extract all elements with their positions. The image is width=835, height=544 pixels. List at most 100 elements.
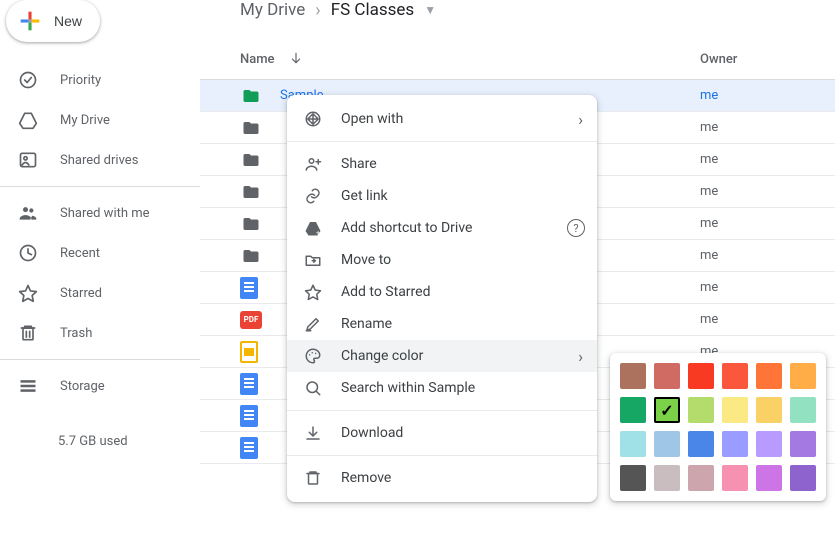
color-swatch[interactable] xyxy=(790,363,816,389)
folder-icon xyxy=(240,183,262,201)
color-swatch[interactable] xyxy=(722,363,748,389)
column-owner[interactable]: Owner xyxy=(700,52,737,67)
color-swatch[interactable] xyxy=(688,465,714,491)
ctx-download[interactable]: Download xyxy=(287,417,597,449)
docs-icon xyxy=(240,437,258,459)
priority-icon xyxy=(18,70,38,90)
file-owner: me xyxy=(700,152,718,167)
file-owner: me xyxy=(700,312,718,327)
help-icon[interactable]: ? xyxy=(567,219,585,237)
color-swatch[interactable] xyxy=(790,431,816,457)
ctx-search-within[interactable]: Search within Sample xyxy=(287,372,597,404)
sidebar-item-shared-drives[interactable]: Shared drives xyxy=(0,140,200,180)
chevron-right-icon: › xyxy=(315,0,320,21)
download-icon xyxy=(303,423,323,443)
search-icon xyxy=(303,378,323,398)
people-icon xyxy=(18,203,38,223)
color-swatch[interactable] xyxy=(620,465,646,491)
ctx-label: Download xyxy=(341,425,403,441)
ctx-divider xyxy=(287,141,597,142)
color-swatch[interactable] xyxy=(620,363,646,389)
color-swatch[interactable] xyxy=(654,431,680,457)
star-icon xyxy=(303,282,323,302)
chevron-right-icon: › xyxy=(578,347,583,366)
color-swatch[interactable] xyxy=(620,431,646,457)
folder-move-icon xyxy=(303,250,323,270)
sidebar-divider xyxy=(0,186,200,187)
ctx-share[interactable]: Share xyxy=(287,148,597,180)
color-swatch[interactable] xyxy=(688,397,714,423)
color-swatch[interactable] xyxy=(790,465,816,491)
ctx-label: Remove xyxy=(341,470,391,486)
color-swatch[interactable] xyxy=(756,465,782,491)
docs-icon xyxy=(240,373,258,395)
ctx-label: Get link xyxy=(341,188,388,204)
sidebar-item-shared-with-me[interactable]: Shared with me xyxy=(0,193,200,233)
sidebar-item-label: Shared with me xyxy=(60,206,150,221)
ctx-remove[interactable]: Remove xyxy=(287,462,597,494)
context-menu: Open with › Share Get link + Add shortcu… xyxy=(287,95,597,502)
sidebar-item-label: Priority xyxy=(60,73,101,88)
ctx-get-link[interactable]: Get link xyxy=(287,180,597,212)
ctx-divider xyxy=(287,410,597,411)
color-swatch[interactable] xyxy=(722,465,748,491)
color-swatch[interactable] xyxy=(756,397,782,423)
column-name[interactable]: Name xyxy=(240,52,275,67)
color-swatch[interactable] xyxy=(620,397,646,423)
sidebar-item-mydrive[interactable]: My Drive xyxy=(0,100,200,140)
sidebar-item-starred[interactable]: Starred xyxy=(0,273,200,313)
storage-icon xyxy=(18,376,38,396)
ctx-label: Share xyxy=(341,156,377,172)
ctx-move-to[interactable]: Move to xyxy=(287,244,597,276)
sidebar-item-storage[interactable]: Storage xyxy=(0,366,200,406)
color-swatch[interactable] xyxy=(790,397,816,423)
ctx-add-starred[interactable]: Add to Starred xyxy=(287,276,597,308)
color-swatch[interactable] xyxy=(654,363,680,389)
palette-icon xyxy=(303,346,323,366)
color-swatch[interactable] xyxy=(722,397,748,423)
ctx-change-color[interactable]: Change color › xyxy=(287,340,597,372)
sidebar: New Priority My Drive Shared drives xyxy=(0,0,200,544)
pdf-icon: PDF xyxy=(240,311,262,329)
sidebar-divider xyxy=(0,359,200,360)
breadcrumb-item[interactable]: My Drive xyxy=(240,0,305,20)
ctx-label: Add shortcut to Drive xyxy=(341,220,472,236)
docs-icon xyxy=(240,277,258,299)
sort-down-icon[interactable] xyxy=(289,51,303,69)
new-button[interactable]: New xyxy=(6,0,100,42)
drive-add-icon: + xyxy=(303,218,323,238)
ctx-label: Change color xyxy=(341,348,423,364)
file-owner: me xyxy=(700,280,718,295)
color-swatch[interactable] xyxy=(688,363,714,389)
file-owner: me xyxy=(700,120,718,135)
file-owner: me xyxy=(700,248,718,263)
clock-icon xyxy=(18,243,38,263)
folder-icon xyxy=(240,247,262,265)
color-swatch[interactable] xyxy=(722,431,748,457)
ctx-rename[interactable]: Rename xyxy=(287,308,597,340)
caret-down-icon[interactable]: ▼ xyxy=(424,3,436,17)
sidebar-item-label: Recent xyxy=(60,246,100,261)
color-swatch[interactable] xyxy=(688,431,714,457)
sidebar-item-label: Shared drives xyxy=(60,153,138,168)
color-swatch[interactable] xyxy=(654,397,680,423)
svg-text:+: + xyxy=(316,229,320,238)
ctx-open-with[interactable]: Open with › xyxy=(287,103,597,135)
ctx-add-shortcut[interactable]: + Add shortcut to Drive ? xyxy=(287,212,597,244)
color-swatch[interactable] xyxy=(756,363,782,389)
sidebar-item-label: Trash xyxy=(60,326,92,341)
color-swatch[interactable] xyxy=(654,465,680,491)
file-owner: me xyxy=(700,216,718,231)
shared-drives-icon xyxy=(18,150,38,170)
ctx-label: Search within Sample xyxy=(341,380,475,396)
drive-icon xyxy=(18,110,38,130)
star-icon xyxy=(18,283,38,303)
sidebar-item-trash[interactable]: Trash xyxy=(0,313,200,353)
file-owner: me xyxy=(700,88,718,103)
pencil-icon xyxy=(303,314,323,334)
sidebar-item-recent[interactable]: Recent xyxy=(0,233,200,273)
breadcrumb-item-current[interactable]: FS Classes xyxy=(331,0,415,20)
color-picker xyxy=(610,353,826,501)
color-swatch[interactable] xyxy=(756,431,782,457)
sidebar-item-priority[interactable]: Priority xyxy=(0,60,200,100)
